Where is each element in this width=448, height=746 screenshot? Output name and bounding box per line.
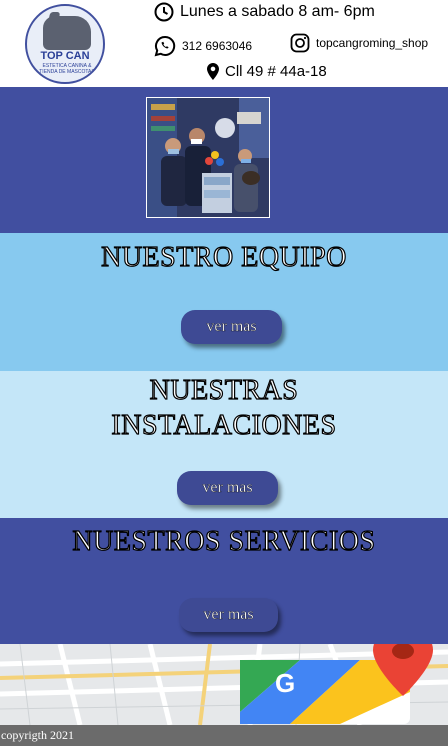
services-section: NUESTROS SERVICIOS ver mas [0, 518, 448, 644]
services-title: NUESTROS SERVICIOS [72, 525, 376, 557]
whatsapp-icon [154, 35, 176, 57]
map-banner[interactable]: G [0, 644, 448, 725]
hours-text: Lunes a sabado 8 am- 6pm [180, 3, 375, 20]
map-illustration: G [0, 644, 448, 725]
logo-brand: TOP CAN [40, 50, 90, 62]
svg-text:G: G [275, 668, 295, 698]
phone-number: 312 6963046 [182, 39, 253, 53]
logo-subtitle: ESTETICA CANINA & TIENDA DE MASCOTAS [39, 63, 95, 75]
dog-silhouette-icon [43, 16, 91, 50]
services-ver-mas-button[interactable]: ver mas [179, 598, 278, 632]
address: Cll 49 # 44a-18 [207, 63, 327, 80]
header: TOP CAN ESTETICA CANINA & TIENDA DE MASC… [0, 0, 448, 87]
instagram-icon [290, 33, 310, 53]
instagram-link[interactable]: topcangroming_shop [290, 33, 428, 53]
instagram-handle: topcangroming_shop [316, 36, 429, 50]
team-ver-mas-button[interactable]: ver mas [181, 310, 282, 344]
team-photo-illustration [147, 98, 269, 217]
team-title: NUESTRO EQUIPO [101, 241, 347, 273]
team-photo [146, 97, 270, 218]
facilities-title-line1: NUESTRAS [149, 374, 299, 406]
business-hours: Lunes a sabado 8 am- 6pm [154, 2, 375, 22]
team-photo-section [0, 87, 448, 233]
team-section: NUESTRO EQUIPO ver mas [0, 233, 448, 371]
clock-icon [154, 2, 174, 22]
footer-copyright: copyrigth 2021 [0, 725, 448, 746]
facilities-section: NUESTRAS INSTALACIONES ver mas [0, 371, 448, 518]
map-pin-icon [207, 63, 219, 80]
facilities-title-line2: INSTALACIONES [111, 409, 337, 441]
facilities-ver-mas-button[interactable]: ver mas [177, 471, 278, 505]
address-text: Cll 49 # 44a-18 [225, 63, 327, 80]
phone-contact[interactable]: 312 6963046 [154, 35, 252, 57]
top-can-logo[interactable]: TOP CAN ESTETICA CANINA & TIENDA DE MASC… [25, 4, 105, 84]
